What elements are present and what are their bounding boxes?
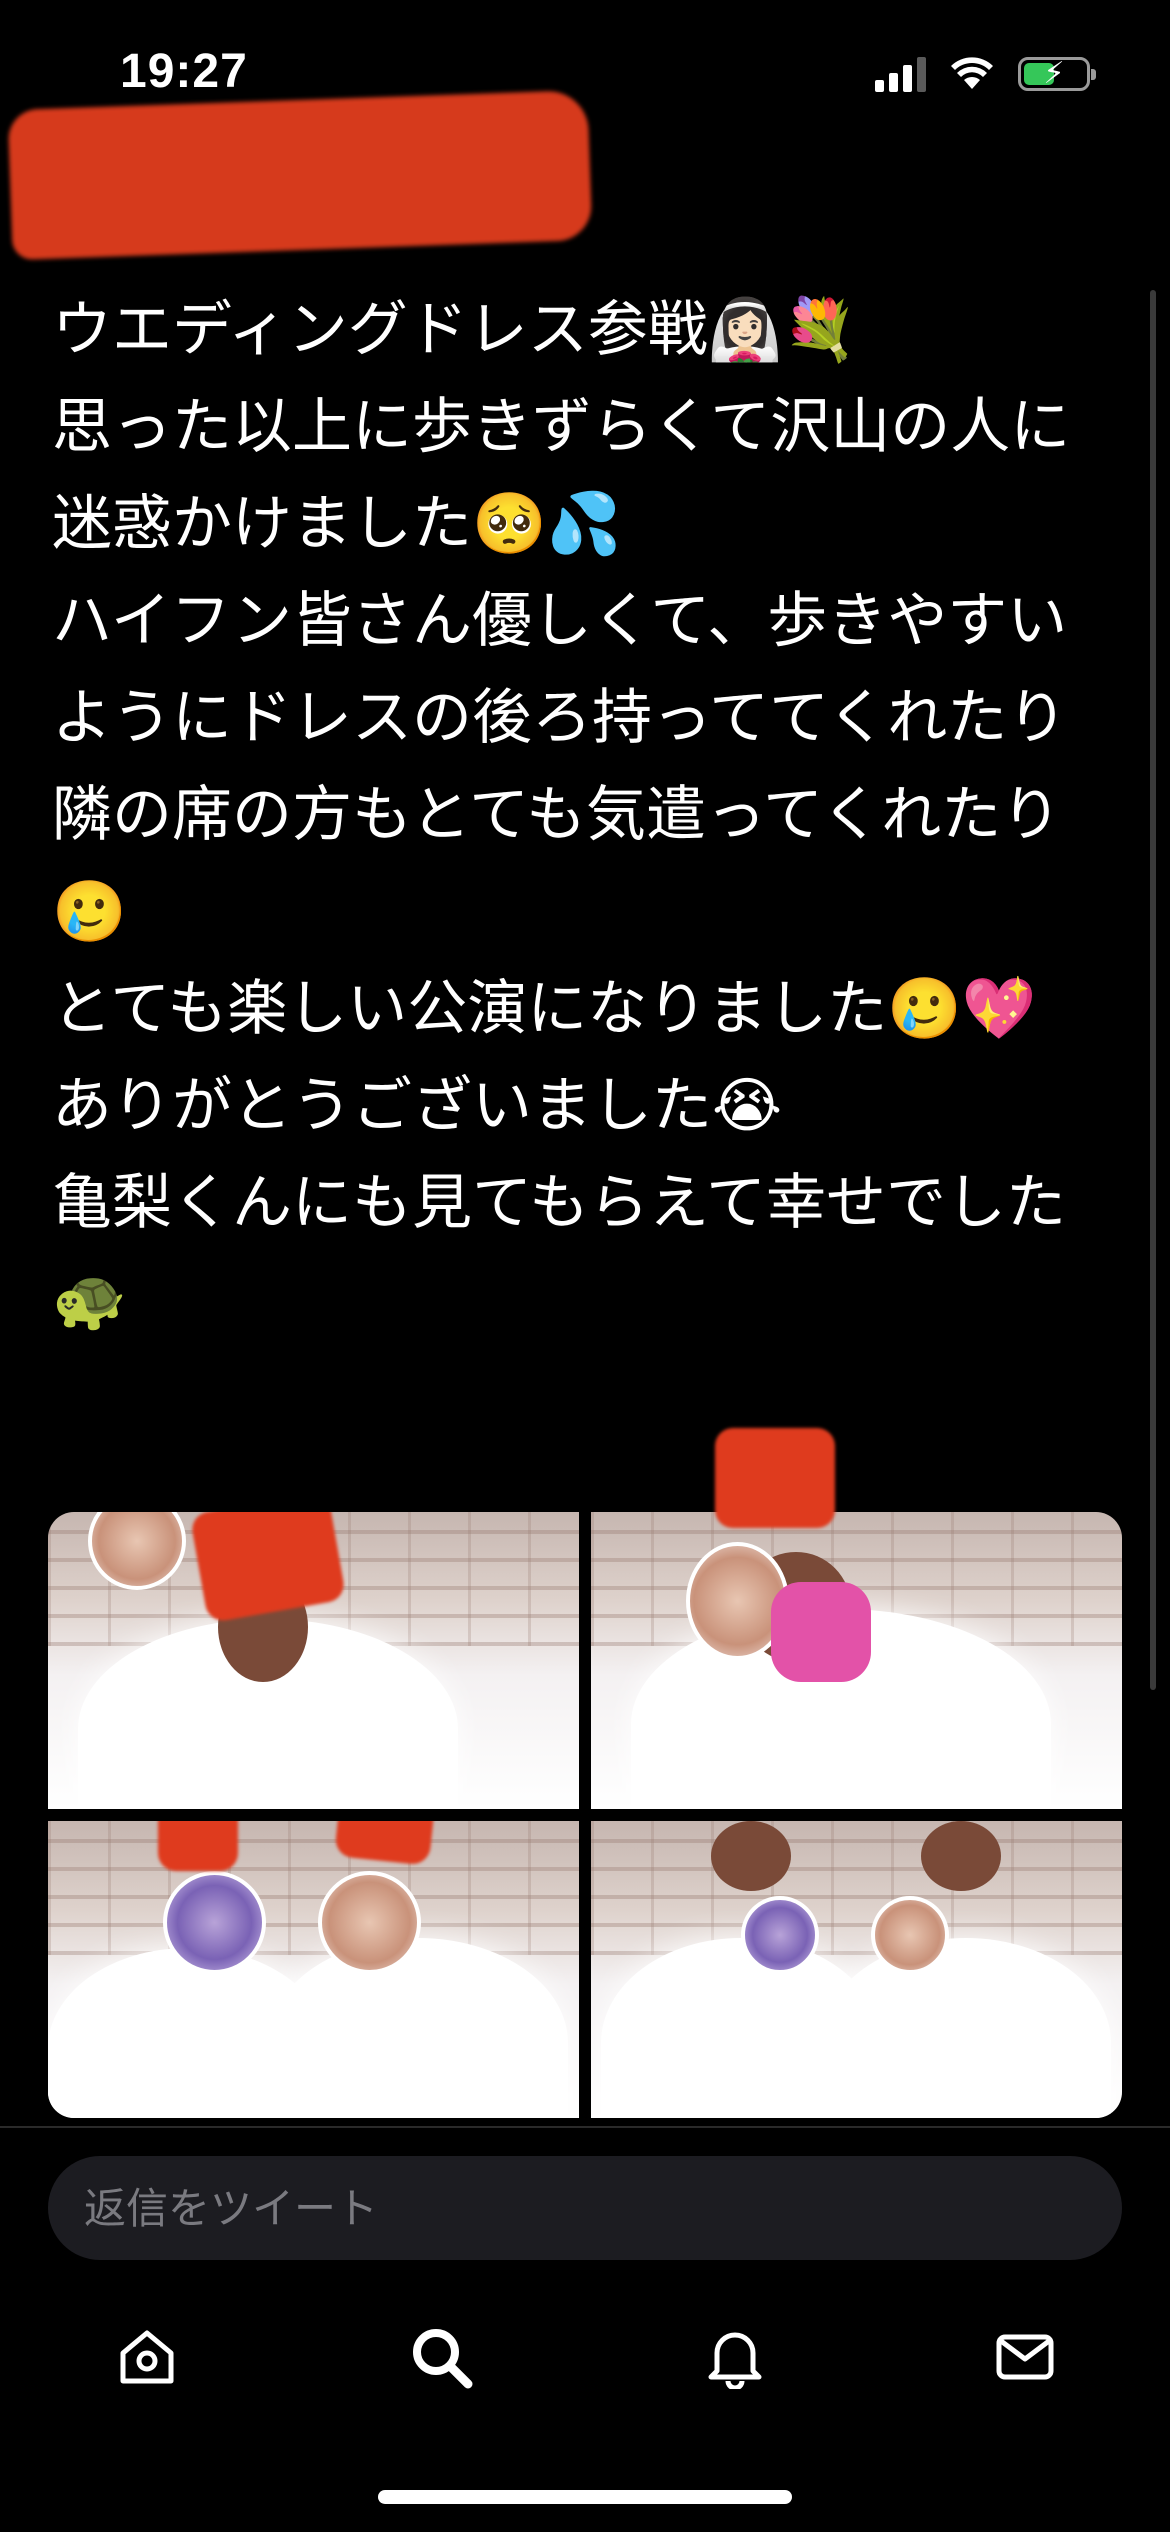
tweet-media-grid[interactable] (48, 1512, 1122, 2118)
tab-notifications[interactable] (700, 2322, 770, 2392)
cellular-signal-icon (875, 56, 926, 92)
media-photo-3[interactable] (48, 1821, 579, 2118)
envelope-icon (996, 2334, 1054, 2380)
media-photo-4[interactable] (591, 1821, 1122, 2118)
wifi-icon (951, 57, 993, 89)
tweet-text: ウエディングドレス参戦👰🏻‍♀️💐 思った以上に歩きずらくて沢山の人に迷惑かけま… (52, 295, 1071, 1335)
scrollbar[interactable] (1150, 290, 1156, 1690)
home-icon (120, 2330, 174, 2384)
reply-bar (0, 2126, 1170, 2268)
face-redaction (158, 1821, 238, 1871)
search-icon (413, 2329, 473, 2389)
face-redaction (715, 1428, 835, 1528)
media-photo-2[interactable] (591, 1512, 1122, 1809)
media-photo-1[interactable] (48, 1512, 579, 1809)
reply-input[interactable] (48, 2156, 1122, 2260)
redacted-author-name (7, 89, 593, 261)
home-indicator[interactable] (378, 2490, 792, 2504)
battery-icon: ⚡ (1018, 57, 1096, 91)
status-icons: ⚡ (875, 56, 1096, 92)
tab-messages[interactable] (990, 2322, 1060, 2392)
tab-search[interactable] (406, 2322, 476, 2392)
bell-icon (708, 2332, 762, 2389)
status-time: 19:27 (120, 45, 248, 98)
tab-home[interactable] (112, 2322, 182, 2392)
tab-bar (0, 2300, 1170, 2420)
